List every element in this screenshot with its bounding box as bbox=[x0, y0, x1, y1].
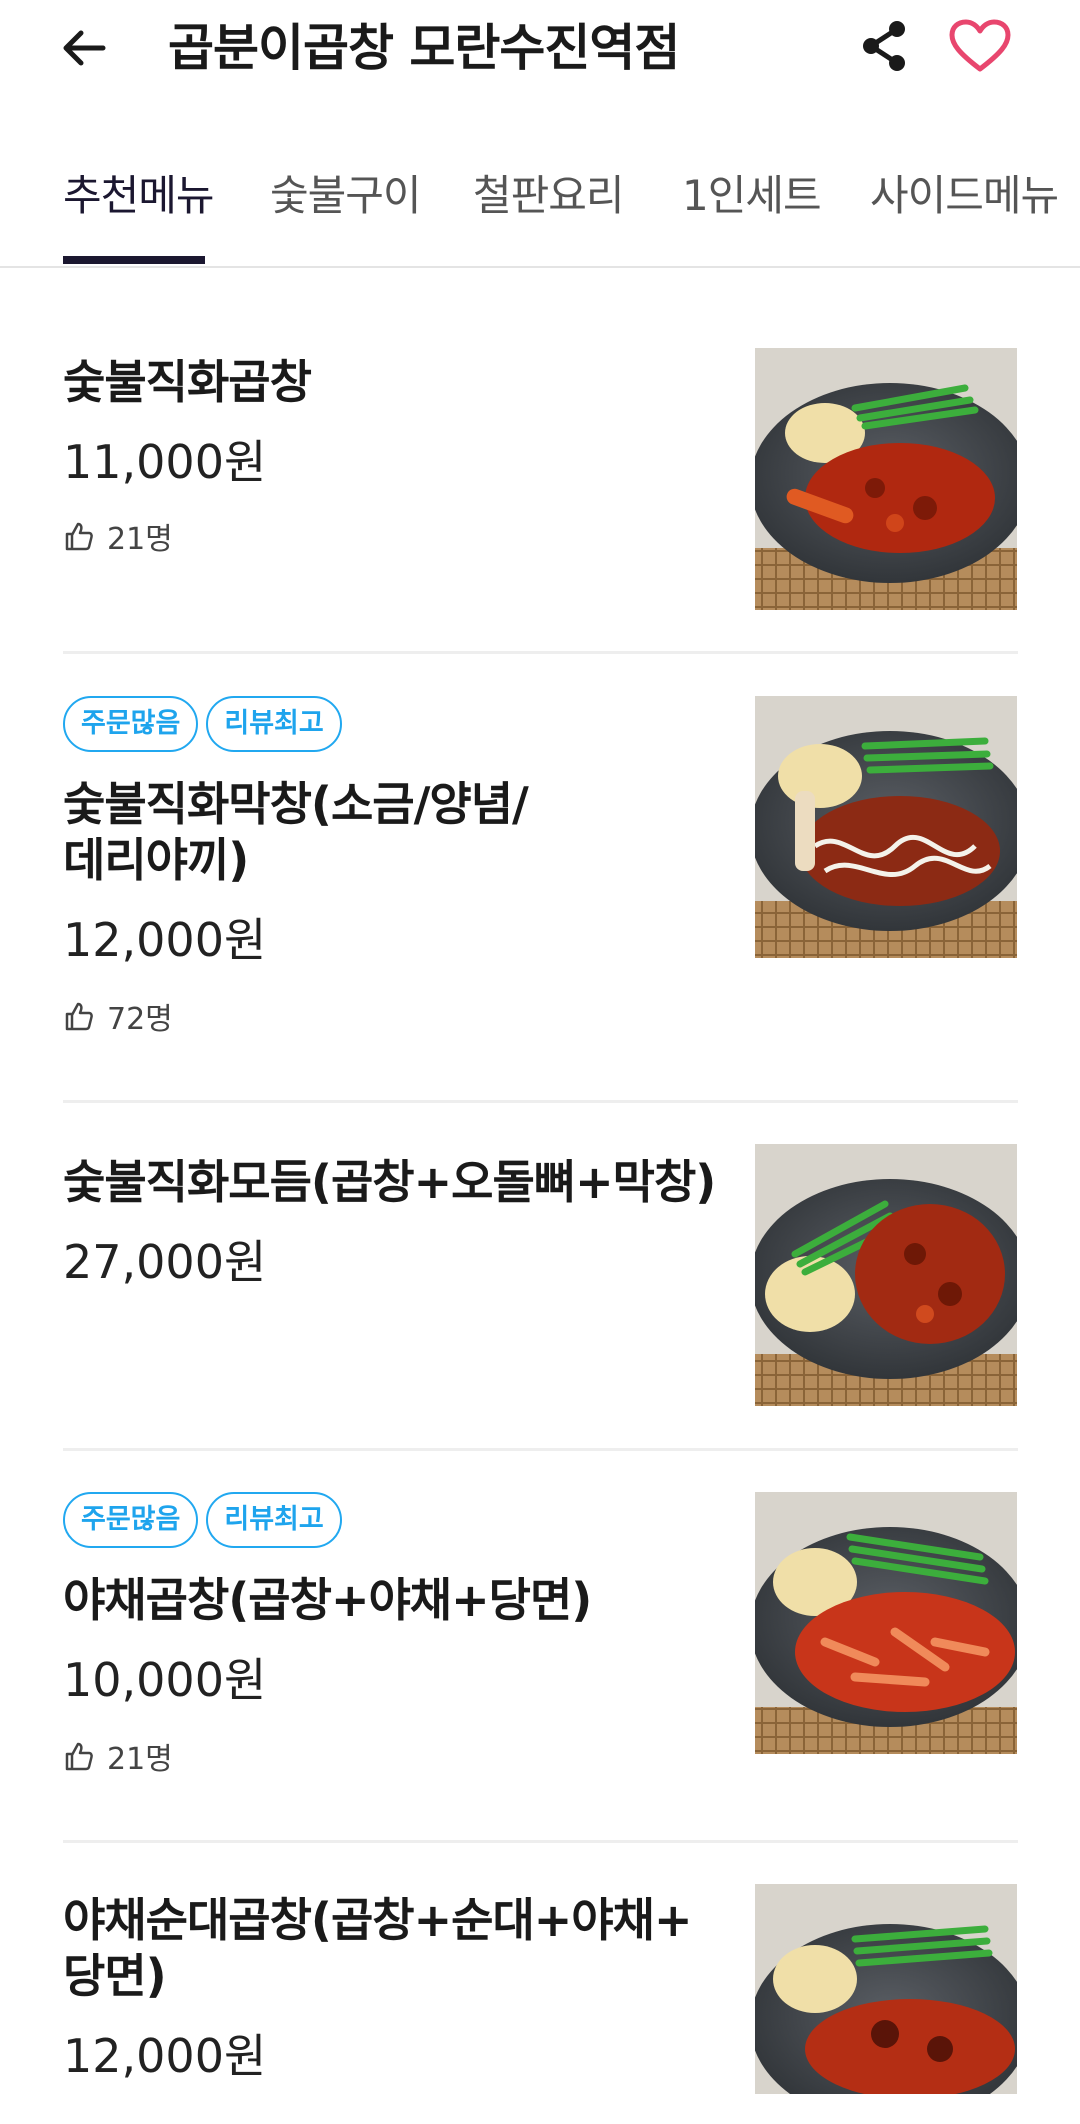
menu-item[interactable]: 주문많음 리뷰최고 숯불직화막창(소금/양념/ 데리야끼) 12,000원 72… bbox=[63, 696, 1018, 1037]
menu-item-price: 27,000원 bbox=[63, 1235, 267, 1289]
menu-item-price: 12,000원 bbox=[63, 913, 267, 967]
menu-item-photo bbox=[755, 1884, 1017, 2094]
heart-icon bbox=[949, 19, 1011, 72]
item-divider bbox=[63, 1100, 1018, 1103]
menu-item-price: 12,000원 bbox=[63, 2029, 267, 2083]
like-count: 21명 bbox=[63, 514, 173, 558]
back-button[interactable] bbox=[52, 16, 116, 80]
tab-single-set[interactable]: 1인세트 bbox=[682, 166, 822, 226]
item-divider bbox=[63, 651, 1018, 654]
badge-group: 주문많음 리뷰최고 bbox=[63, 1492, 342, 1548]
like-count: 72명 bbox=[63, 994, 173, 1038]
menu-item-name: 숯불직화막창(소금/양념/ 데리야끼) bbox=[63, 777, 529, 887]
tab-iron-plate[interactable]: 철판요리 bbox=[473, 166, 625, 226]
menu-item[interactable]: 숯불직화모듬(곱창+오돌뼈+막창) 27,000원 bbox=[63, 1144, 1018, 1406]
badge-best-review: 리뷰최고 bbox=[206, 1492, 342, 1548]
menu-item[interactable]: 숯불직화곱창 11,000원 21명 bbox=[63, 348, 1018, 610]
menu-item-price: 11,000원 bbox=[63, 435, 267, 489]
badge-best-review: 리뷰최고 bbox=[206, 696, 342, 752]
page-title: 곱분이곱창 모란수진역점 bbox=[168, 19, 680, 77]
tab-recommended[interactable]: 추천메뉴 bbox=[63, 166, 215, 226]
menu-item-name: 숯불직화곱창 bbox=[63, 355, 312, 409]
share-icon bbox=[863, 21, 905, 71]
menu-item-name: 야채순대곱창(곱창+순대+야채+ 당면) bbox=[63, 1893, 693, 2003]
favorite-button[interactable] bbox=[944, 14, 1016, 78]
thumbs-up-icon bbox=[65, 1742, 93, 1771]
item-divider bbox=[63, 1448, 1018, 1451]
menu-item-name: 숯불직화모듬(곱창+오돌뼈+막창) bbox=[63, 1155, 716, 1209]
menu-item[interactable]: 야채순대곱창(곱창+순대+야채+ 당면) 12,000원 bbox=[63, 1884, 1018, 2124]
app-header: 곱분이곱창 모란수진역점 bbox=[0, 0, 1080, 100]
menu-item-photo bbox=[755, 348, 1017, 610]
arrow-left-icon bbox=[63, 30, 106, 66]
badge-popular: 주문많음 bbox=[63, 696, 199, 752]
share-button[interactable] bbox=[852, 14, 916, 78]
menu-item-photo bbox=[755, 696, 1017, 958]
like-count-text: 21명 bbox=[107, 1742, 173, 1777]
like-count-text: 21명 bbox=[107, 522, 173, 557]
like-count: 21명 bbox=[63, 1734, 173, 1778]
tab-side-menu[interactable]: 사이드메뉴 bbox=[870, 166, 1059, 226]
badge-popular: 주문많음 bbox=[63, 1492, 199, 1548]
menu-item-name: 야채곱창(곱창+야채+당면) bbox=[63, 1573, 592, 1627]
thumbs-up-icon bbox=[65, 1002, 93, 1031]
tab-charcoal-grill[interactable]: 숯불구이 bbox=[270, 166, 422, 226]
active-tab-indicator bbox=[63, 256, 205, 264]
menu-item[interactable]: 주문많음 리뷰최고 야채곱창(곱창+야채+당면) 10,000원 21명 bbox=[63, 1492, 1018, 1777]
thumbs-up-icon bbox=[65, 522, 93, 551]
badge-group: 주문많음 리뷰최고 bbox=[63, 696, 342, 752]
like-count-text: 72명 bbox=[107, 1002, 173, 1037]
menu-item-photo bbox=[755, 1144, 1017, 1406]
category-tabs: 추천메뉴 숯불구이 철판요리 1인세트 사이드메뉴 bbox=[0, 150, 1080, 268]
menu-item-price: 10,000원 bbox=[63, 1653, 267, 1707]
item-divider bbox=[63, 1840, 1018, 1843]
menu-item-photo bbox=[755, 1492, 1017, 1754]
